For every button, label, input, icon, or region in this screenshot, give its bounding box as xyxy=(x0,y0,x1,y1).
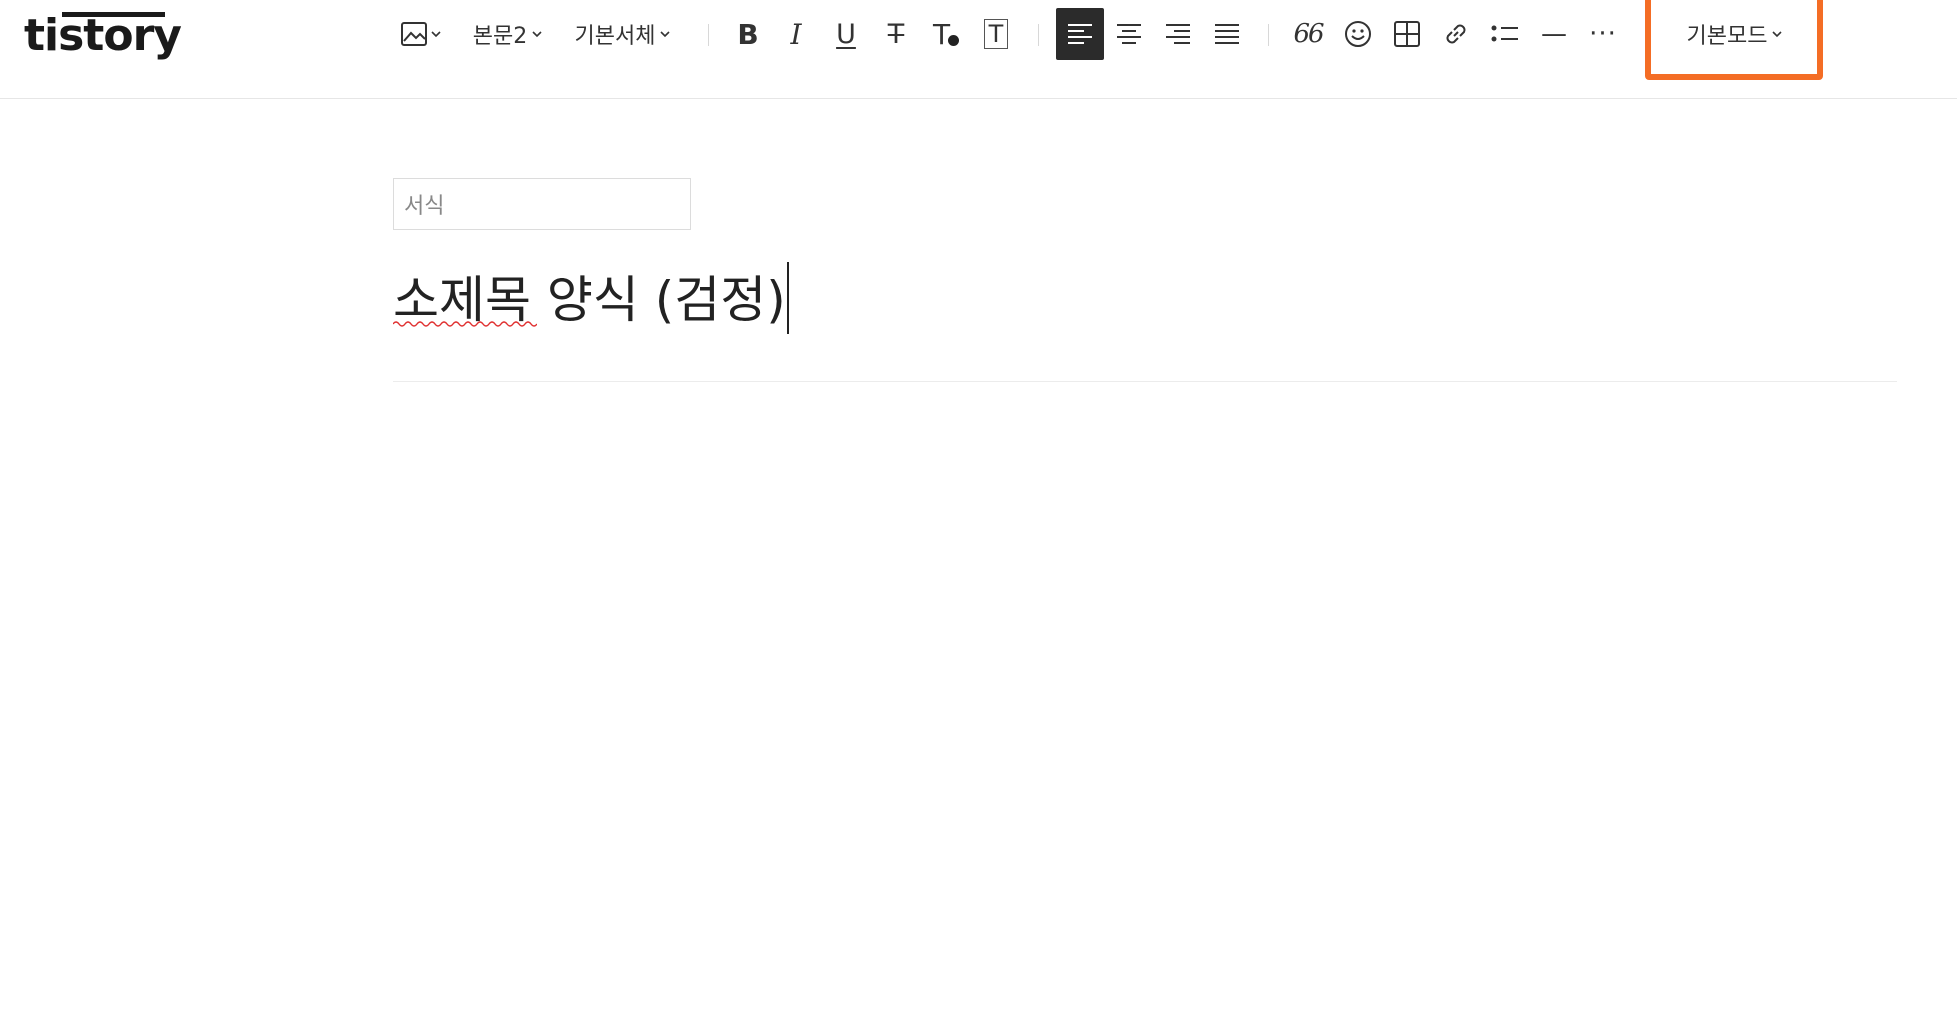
paragraph-style-dropdown[interactable]: 본문2 xyxy=(468,8,548,60)
quote-icon: 66 xyxy=(1293,19,1324,49)
more-button[interactable]: ··· xyxy=(1581,8,1625,60)
align-center-button[interactable] xyxy=(1106,8,1152,60)
image-icon xyxy=(401,22,427,46)
horizontal-rule-button[interactable]: — xyxy=(1532,8,1576,60)
underline-icon: U xyxy=(836,18,856,50)
style-selector-box[interactable]: 서식 xyxy=(393,178,691,230)
emoticon-button[interactable] xyxy=(1336,8,1380,60)
font-family-label: 기본서체 xyxy=(574,24,656,49)
chevron-down-icon xyxy=(532,31,542,38)
background-color-button[interactable]: T xyxy=(976,8,1016,60)
text-color-button[interactable]: T xyxy=(924,8,968,60)
tistory-logo[interactable]: tistory xyxy=(24,6,182,66)
list-icon xyxy=(1491,25,1518,42)
bold-icon: B xyxy=(737,17,759,51)
smile-icon xyxy=(1345,21,1371,47)
text-color-icon: T xyxy=(932,17,951,51)
editor-toolbar: tistory 본문2 기본서체 B I U T T T 66 — ··· 기본… xyxy=(0,0,1957,99)
toolbar-separator xyxy=(708,24,709,46)
table-icon xyxy=(1394,21,1420,47)
bold-button[interactable]: B xyxy=(728,8,768,60)
style-selector-label: 서식 xyxy=(404,194,445,219)
paragraph-style-label: 본문2 xyxy=(472,24,528,49)
align-justify-icon xyxy=(1215,24,1239,44)
underline-button[interactable]: U xyxy=(826,8,866,60)
quote-button[interactable]: 66 xyxy=(1286,8,1330,60)
link-button[interactable] xyxy=(1434,8,1478,60)
horizontal-rule-icon: — xyxy=(1541,19,1567,49)
toolbar-separator xyxy=(1038,24,1039,46)
link-icon xyxy=(1446,24,1466,44)
color-dot-icon xyxy=(948,34,960,46)
align-right-button[interactable] xyxy=(1155,8,1201,60)
toolbar-separator xyxy=(1268,24,1269,46)
table-button[interactable] xyxy=(1385,8,1429,60)
more-icon: ··· xyxy=(1589,19,1617,49)
chevron-down-icon xyxy=(660,31,671,38)
heading-divider xyxy=(393,381,1897,382)
align-justify-button[interactable] xyxy=(1204,8,1250,60)
image-insert-button[interactable] xyxy=(396,8,446,60)
align-left-icon xyxy=(1068,24,1092,44)
strikethrough-icon: T xyxy=(887,18,905,50)
editor-page: tistory 본문2 기본서체 B I U T T T 66 — ··· 기본… xyxy=(0,0,1957,1025)
list-button[interactable] xyxy=(1483,8,1527,60)
chevron-down-icon xyxy=(431,31,441,38)
mode-highlight-box xyxy=(1645,0,1823,80)
font-family-dropdown[interactable]: 기본서체 xyxy=(568,8,678,60)
align-left-button[interactable] xyxy=(1056,8,1104,60)
align-center-icon xyxy=(1117,24,1141,44)
strikethrough-button[interactable]: T xyxy=(876,8,916,60)
spellcheck-underline xyxy=(393,321,537,327)
italic-icon: I xyxy=(790,17,802,51)
align-right-icon xyxy=(1166,24,1190,44)
background-color-icon: T xyxy=(983,19,1009,49)
text-cursor xyxy=(787,262,789,334)
italic-button[interactable]: I xyxy=(776,8,816,60)
